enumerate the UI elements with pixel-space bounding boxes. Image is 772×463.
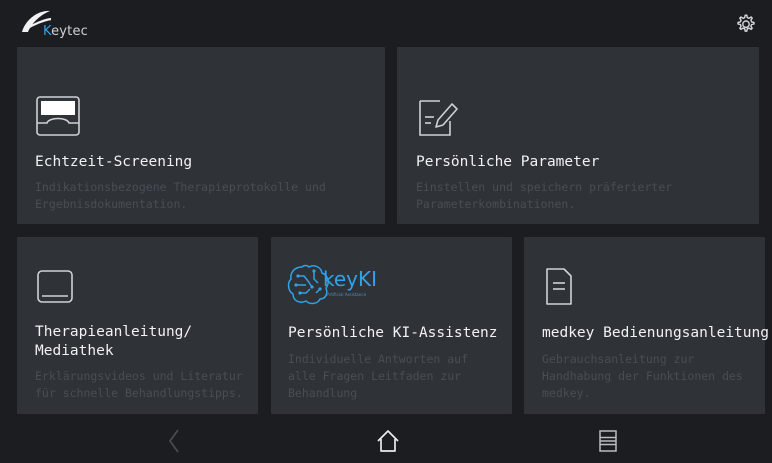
tile-echtzeit-screening[interactable]: Echtzeit-Screening Indikationsbezogene T…: [17, 47, 385, 224]
edit-document-icon: [419, 100, 458, 136]
tile-description: Gebrauchsanleitung zur Handhabung der Fu…: [542, 352, 743, 400]
tile-title: Echtzeit-Screening: [35, 154, 193, 170]
tile-description: Erklärungsvideos und Literatur für schne…: [35, 369, 243, 400]
list-icon: [599, 430, 617, 452]
tile-description: Einstellen und speichern präferierter Pa…: [416, 180, 673, 211]
home-button[interactable]: [376, 428, 400, 454]
tile-title: medkey Bedienungsanleitung: [542, 325, 769, 341]
keyki-logo-subtext: Artificial Assistance: [327, 292, 367, 297]
home-icon: [377, 430, 399, 452]
tile-title: Persönliche KI-Assistenz: [288, 325, 498, 341]
tile-title: Persönliche Parameter: [416, 154, 600, 170]
bottom-navigation: [0, 418, 772, 463]
gear-icon: [737, 14, 755, 32]
keytec-logo: Keytec: [20, 8, 110, 39]
keyki-logo-text: keyKI: [323, 267, 378, 291]
tile-persoenliche-parameter[interactable]: Persönliche Parameter Einstellen und spe…: [397, 47, 759, 224]
tile-description: Individuelle Antworten auf alle Fragen L…: [288, 352, 469, 400]
book-icon: [37, 270, 73, 303]
top-bar: Keytec: [0, 0, 772, 42]
tile-description: Indikationsbezogene Therapieprotokolle u…: [35, 180, 326, 211]
chevron-left-icon: [169, 429, 179, 453]
settings-button[interactable]: [734, 12, 758, 36]
menu-button[interactable]: [596, 428, 620, 454]
back-button[interactable]: [163, 428, 187, 454]
screen-device-icon: [36, 96, 80, 136]
document-icon: [546, 268, 572, 305]
logo-text: Keytec: [43, 24, 89, 39]
tile-therapieanleitung-mediathek[interactable]: Therapieanleitung/ Mediathek Erklärungsv…: [17, 237, 258, 414]
tile-medkey-bedienungsanleitung[interactable]: medkey Bedienungsanleitung Gebrauchsanle…: [524, 237, 769, 414]
tile-persoenliche-ki-assistenz[interactable]: keyKI Artificial Assistance Persönliche …: [271, 237, 512, 414]
tile-title: Therapieanleitung/ Mediathek: [35, 324, 193, 359]
